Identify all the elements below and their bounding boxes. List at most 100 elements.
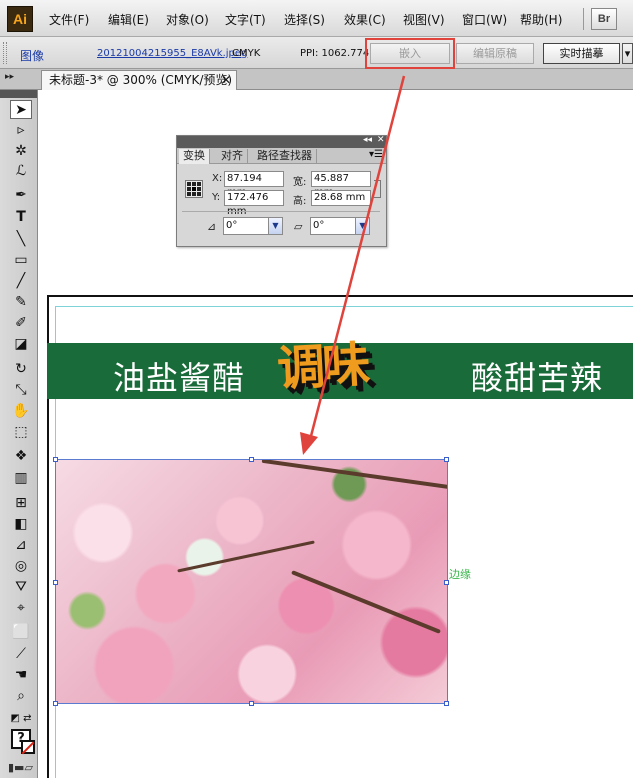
document-tab-bar: ▸▸ 未标题-3* @ 300% (CMYK/预览) ✕ — [0, 69, 633, 90]
free-transform-icon[interactable]: ⬚ — [10, 423, 32, 442]
selection-handle[interactable] — [444, 701, 449, 706]
live-paint-selection-icon[interactable]: ⌖ — [10, 599, 32, 618]
linked-file-name[interactable]: 20121004215955_E8AVk.jpeg — [97, 48, 247, 59]
shear-angle-dropdown[interactable]: 0° ▼ — [310, 217, 370, 235]
selection-handle[interactable] — [53, 457, 58, 462]
close-tab-icon[interactable]: ✕ — [221, 71, 231, 90]
control-bar-grip[interactable] — [3, 42, 7, 64]
menu-window[interactable]: 窗口(W) — [462, 11, 507, 28]
menu-select[interactable]: 选择(S) — [284, 11, 325, 28]
close-panel-icon[interactable]: ✕ — [377, 135, 385, 145]
smart-guide-edge-label: 边缘 — [449, 568, 471, 581]
menu-view[interactable]: 视图(V) — [403, 11, 445, 28]
height-field[interactable]: 28.68 mm — [311, 190, 371, 206]
width-field[interactable]: 45.887 mm — [311, 171, 371, 198]
panel-tabs: 变换 对齐 路径查找器 ▾☰ — [177, 148, 386, 164]
menu-separator — [583, 8, 584, 30]
magic-wand-icon[interactable]: ✲ — [10, 142, 32, 161]
panel-menu-icon[interactable]: ▾☰ — [369, 149, 383, 160]
bridge-button[interactable]: Br — [591, 8, 617, 30]
banner-title[interactable]: 调味 — [275, 325, 369, 400]
color-mode-buttons[interactable]: ▮▬▱ — [8, 761, 33, 774]
tools-panel: ➤ ▹ ✲ ℒ ✒ T ╲ ▭ ╱ ✎ ✐ ◪ ↻ ⤡ ✋ ⬚ ❖ ▥ ⊞ ◧ … — [0, 90, 38, 778]
live-trace-options-dropdown[interactable]: ▾ — [622, 43, 633, 64]
illustrator-logo: Ai — [7, 6, 33, 32]
hand-tool-icon[interactable]: ☚ — [10, 666, 32, 685]
x-label: X: — [212, 173, 223, 184]
lasso-icon[interactable]: ℒ — [10, 162, 32, 181]
edit-original-button[interactable]: 编辑原稿 — [456, 43, 534, 64]
gradient-tool-icon[interactable]: ◧ — [10, 515, 32, 534]
control-bar: 图像 20121004215955_E8AVk.jpeg CMYK PPI: 1… — [0, 37, 633, 69]
constrain-proportions-icon[interactable] — [374, 180, 381, 198]
rectangle-tool-icon[interactable]: ▭ — [10, 251, 32, 270]
zoom-tool-icon[interactable]: ⌕ — [10, 687, 32, 706]
column-graph-icon[interactable]: ▥ — [10, 469, 32, 488]
banner-text-right[interactable]: 酸甜苦辣 — [471, 353, 603, 399]
collapse-panels-icon[interactable]: ▸▸ — [5, 72, 14, 82]
tools-panel-header[interactable] — [0, 90, 37, 98]
menu-object[interactable]: 对象(O) — [166, 11, 209, 28]
tab-pathfinder[interactable]: 路径查找器 — [253, 149, 317, 164]
menu-help[interactable]: 帮助(H) — [520, 11, 562, 28]
pen-tool-icon[interactable]: ✒ — [10, 186, 32, 205]
stroke-none-swatch[interactable] — [21, 740, 35, 754]
rotate-tool-icon[interactable]: ↻ — [10, 360, 32, 379]
y-position-field[interactable]: 172.476 mm — [224, 190, 284, 217]
color-mode-label: CMYK — [232, 48, 261, 59]
tab-transform[interactable]: 变换 — [179, 149, 210, 164]
warp-tool-icon[interactable]: ✋ — [10, 402, 32, 421]
tab-align[interactable]: 对齐 — [217, 149, 248, 164]
rotate-angle-icon: ⊿ — [207, 220, 217, 233]
scale-tool-icon[interactable]: ⤡ — [10, 381, 32, 400]
x-position-field[interactable]: 87.194 mm — [224, 171, 284, 198]
branch-shape — [261, 460, 447, 490]
document-tab[interactable]: 未标题-3* @ 300% (CMYK/预览) ✕ — [41, 70, 237, 90]
transform-panel: ◂◂ ✕ 变换 对齐 路径查找器 ▾☰ X: 87.194 mm Y: 172.… — [176, 135, 387, 247]
branch-shape — [291, 570, 441, 634]
selection-handle[interactable] — [249, 701, 254, 706]
direct-selection-tool-icon[interactable]: ▹ — [10, 121, 32, 140]
rotate-angle-dropdown[interactable]: 0° ▼ — [223, 217, 283, 235]
swap-colors-icon[interactable]: ◩ ⇄ — [10, 709, 32, 728]
chevron-down-icon[interactable]: ▼ — [268, 218, 282, 234]
eraser-icon[interactable]: ◪ — [10, 335, 32, 354]
type-tool-icon[interactable]: T — [10, 208, 32, 227]
shear-angle-value: 0° — [313, 220, 325, 231]
menu-bar: Ai 文件(F) 编辑(E) 对象(O) 文字(T) 选择(S) 效果(C) 视… — [0, 0, 633, 37]
live-paint-bucket-icon[interactable]: ⛛ — [10, 578, 32, 597]
collapse-panel-icon[interactable]: ◂◂ — [363, 135, 372, 145]
branch-shape — [177, 540, 315, 573]
width-label: 宽: — [293, 177, 307, 188]
selection-tool-icon[interactable]: ➤ — [10, 100, 32, 119]
reference-point-icon[interactable] — [185, 180, 203, 198]
panel-title-bar[interactable]: ◂◂ ✕ — [177, 135, 386, 148]
menu-file[interactable]: 文件(F) — [49, 11, 89, 28]
height-label: 高: — [293, 196, 307, 207]
blend-tool-icon[interactable]: ◎ — [10, 557, 32, 576]
blob-brush-icon[interactable]: ✐ — [10, 314, 32, 333]
chevron-down-icon[interactable]: ▼ — [355, 218, 369, 234]
shear-angle-icon: ▱ — [294, 220, 303, 233]
object-type-link[interactable]: 图像 — [20, 47, 44, 64]
live-trace-button[interactable]: 实时描摹 — [543, 43, 620, 64]
menu-effect[interactable]: 效果(C) — [344, 11, 386, 28]
menu-edit[interactable]: 编辑(E) — [108, 11, 149, 28]
selection-handle[interactable] — [53, 580, 58, 585]
cherry-blossom-image[interactable] — [55, 459, 448, 704]
slice-tool-icon[interactable]: ⟋ — [10, 645, 32, 664]
rotate-angle-value: 0° — [226, 220, 238, 231]
selection-handle[interactable] — [444, 457, 449, 462]
artboard-tool-icon[interactable]: ⬜ — [10, 623, 32, 642]
line-tool-icon[interactable]: ╲ — [10, 230, 32, 249]
selection-handle[interactable] — [53, 701, 58, 706]
pencil-icon[interactable]: ✎ — [10, 293, 32, 312]
eyedropper-icon[interactable]: ⊿ — [10, 536, 32, 555]
paintbrush-icon[interactable]: ╱ — [10, 272, 32, 291]
symbol-sprayer-icon[interactable]: ❖ — [10, 447, 32, 466]
selection-handle[interactable] — [249, 457, 254, 462]
banner-text-left[interactable]: 油盐酱醋 — [113, 353, 245, 399]
menu-type[interactable]: 文字(T) — [225, 11, 266, 28]
mesh-tool-icon[interactable]: ⊞ — [10, 494, 32, 513]
y-label: Y: — [212, 192, 221, 203]
